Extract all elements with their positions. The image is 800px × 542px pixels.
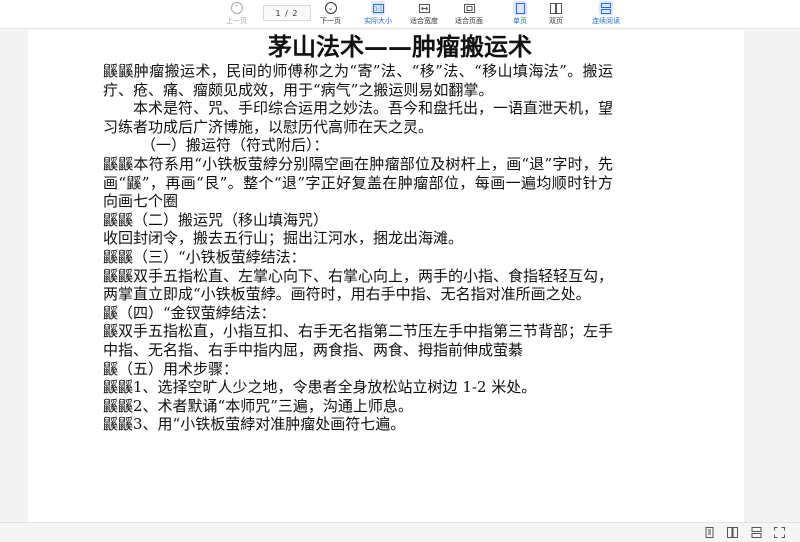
double-page-icon — [549, 1, 563, 15]
paragraph: 鼷鼷1、选择空旷人少之地，令患者全身放松站立树边 1-2 米处。 — [103, 378, 537, 397]
next-page-button[interactable]: ⌄ 下一页 — [320, 1, 341, 27]
paragraph: 鼷（四）“金钗萤綍结法： — [103, 303, 276, 322]
paragraph: 本术是符、咒、手印综合运用之妙法。吾今和盘托出，一语直泄天机，望习练者功成后广济… — [103, 99, 614, 136]
continuous-reading-icon — [599, 1, 613, 15]
actual-size-button[interactable]: 1:1 实际大小 — [364, 1, 392, 27]
paragraph: 鼷鼷（三）“小铁板萤綍结法： — [103, 247, 306, 266]
double-page-label: 双页 — [549, 17, 563, 25]
page-number-field[interactable]: 1 / 2 — [263, 5, 311, 21]
prev-page-button[interactable]: ⌃ 上一页 — [226, 1, 247, 27]
arrow-up-icon: ⌃ — [230, 1, 244, 15]
fit-width-label: 适合宽度 — [410, 17, 438, 25]
paragraph: 鼷双手五指松直，小指互扣、右手无名指第二节压左手中指第三节背部；左手中指、无名指… — [103, 322, 614, 359]
next-page-label: 下一页 — [320, 17, 341, 25]
continuous-reading-label: 连续阅读 — [592, 17, 620, 25]
page-total: / 2 — [285, 8, 299, 18]
document-body: 鼷鼷肿瘤搬运术，民间的师傅称之为“寄”法、“移”法、“移山填海法”。搬运疔、疮、… — [103, 62, 613, 434]
toolbar: ⌃ 上一页 1 / 2 ⌄ 下一页 1:1 实际大小 适合宽度 适合页面 单页 — [0, 0, 800, 29]
page-current: 1 — [275, 8, 282, 18]
paragraph: 鼷鼷肿瘤搬运术，民间的师傅称之为“寄”法、“移”法、“移山填海法”。搬运疔、疮、… — [103, 62, 613, 99]
paragraph: （一）搬运符（符式附后）： — [141, 136, 329, 155]
paragraph: 鼷鼷2、术者默诵“本师咒”三遍，沟通上师息。 — [103, 396, 413, 415]
paragraph: 鼷鼷3、用“小铁板萤綍对准肿瘤处画符七遍。 — [103, 415, 406, 434]
continuous-view-icon[interactable] — [751, 527, 762, 538]
paragraph: 鼷鼷本符系用“小铁板萤綍分别隔空画在肿瘤部位及树杆上，画“退”字时，先画“鼷”，… — [103, 154, 613, 211]
single-page-label: 单页 — [513, 17, 527, 25]
actual-size-label: 实际大小 — [364, 17, 392, 25]
fit-screen-icon[interactable] — [774, 527, 785, 538]
continuous-reading-button[interactable]: 连续阅读 — [592, 1, 620, 27]
status-bar — [0, 522, 800, 542]
paragraph: 收回封闭令，搬去五行山；掘出江河水，捆龙出海滩。 — [103, 229, 464, 248]
fit-width-icon — [417, 1, 431, 15]
actual-size-icon: 1:1 — [371, 1, 385, 15]
arrow-down-icon: ⌄ — [324, 1, 338, 15]
paragraph: 鼷鼷双手五指松直、左掌心向下、右掌心向上，两手的小指、食指轻轻互勾，两掌直立即成… — [103, 266, 614, 304]
double-page-view-icon[interactable] — [727, 527, 738, 538]
vertical-scrollbar[interactable] — [792, 30, 800, 530]
single-page-icon — [513, 1, 527, 15]
prev-page-label: 上一页 — [226, 17, 247, 25]
fit-page-button[interactable]: 适合页面 — [455, 1, 483, 27]
single-page-button[interactable]: 单页 — [513, 1, 527, 27]
fit-width-button[interactable]: 适合宽度 — [410, 1, 438, 27]
paragraph: 鼷鼷（二）搬运咒（移山填海咒） — [103, 210, 329, 229]
svg-text:1:1: 1:1 — [374, 6, 382, 12]
paragraph: 鼷（五）用术步骤： — [103, 359, 239, 378]
document-title: 茅山法术——肿瘤搬运术 — [268, 32, 532, 61]
single-page-view-icon[interactable] — [704, 527, 715, 538]
double-page-button[interactable]: 双页 — [549, 1, 563, 27]
fit-page-icon — [462, 1, 476, 15]
fit-page-label: 适合页面 — [455, 17, 483, 25]
